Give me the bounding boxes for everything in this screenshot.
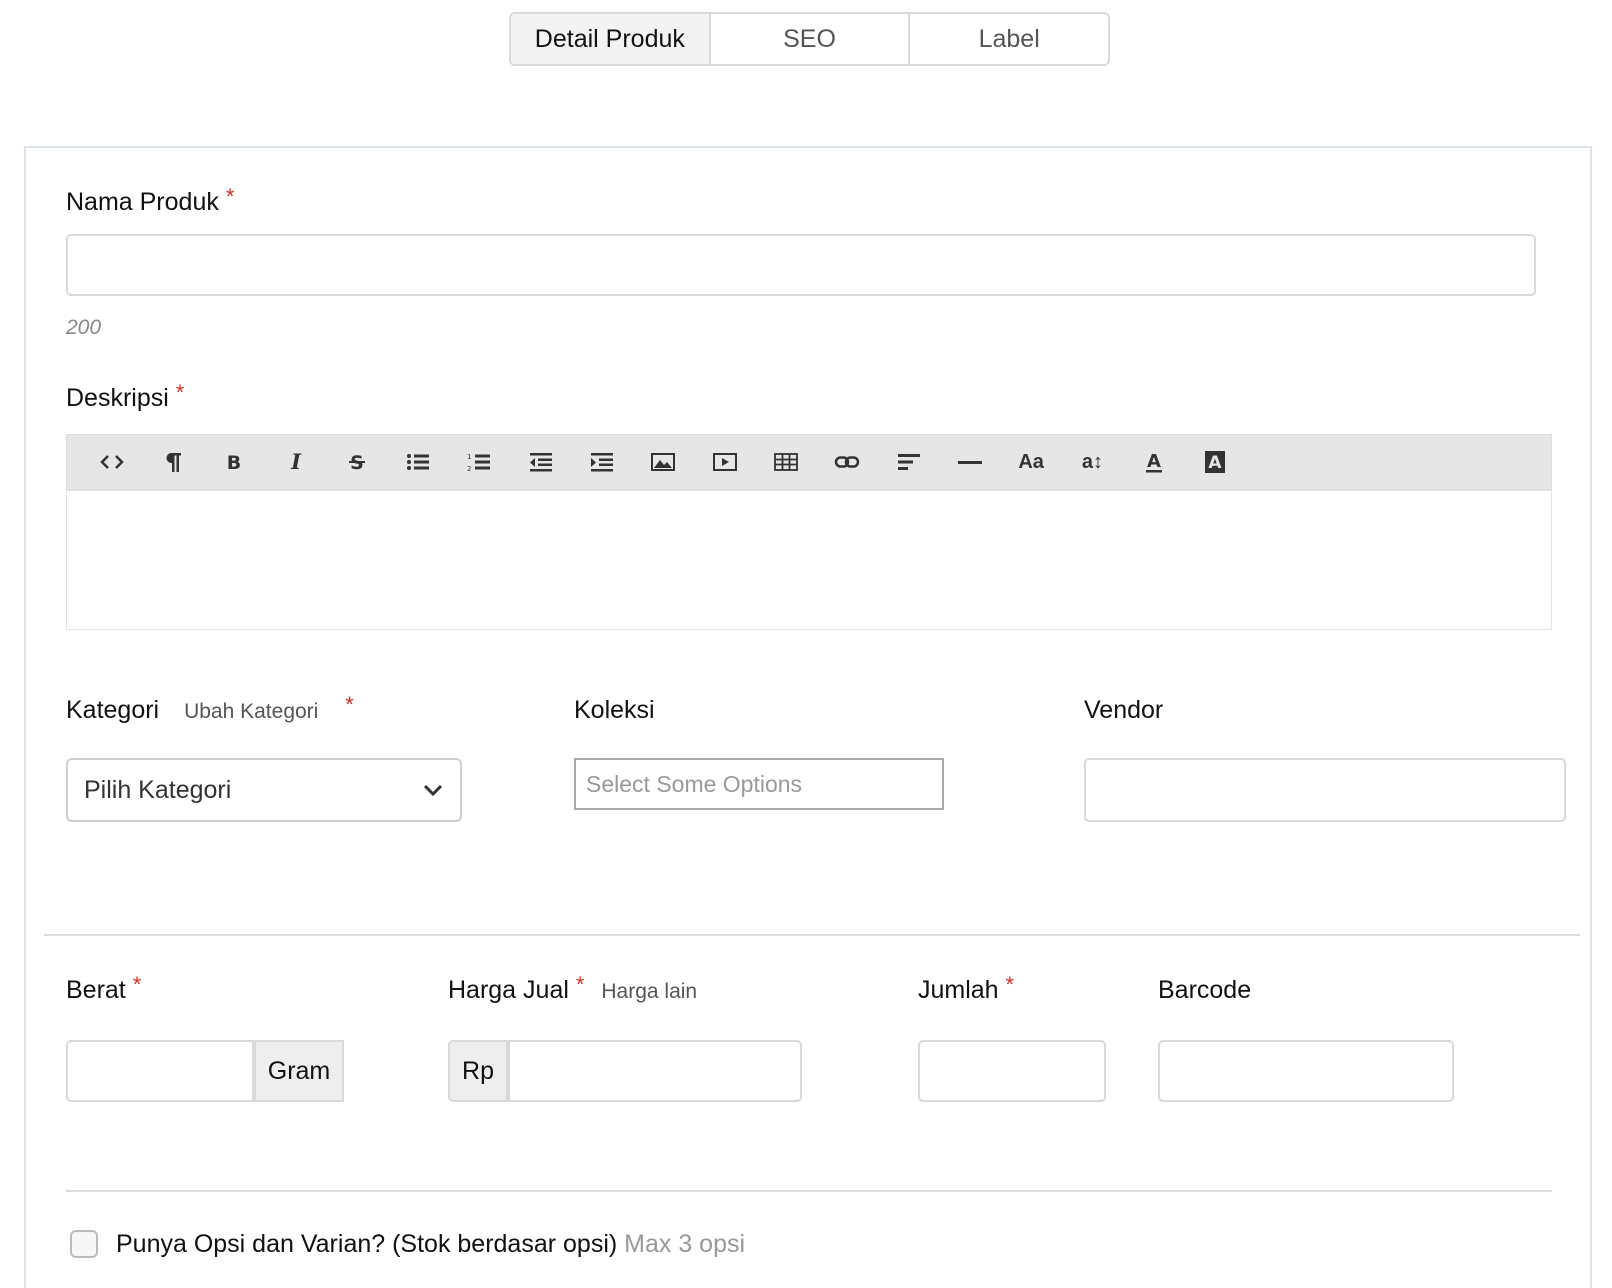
- code-view-icon[interactable]: [81, 434, 142, 490]
- indent-icon[interactable]: [571, 434, 632, 490]
- chevron-down-icon: [423, 784, 443, 797]
- opsi-varian-checkbox[interactable]: [70, 1230, 98, 1258]
- svg-text:1: 1: [467, 453, 471, 461]
- tab-label[interactable]: Label: [910, 14, 1108, 64]
- nama-produk-char-counter: 200: [66, 316, 102, 339]
- svg-text:B: B: [227, 452, 241, 474]
- svg-text:I: I: [290, 449, 302, 474]
- required-mark: *: [132, 972, 142, 997]
- svg-text:2: 2: [467, 465, 471, 473]
- deskripsi-label: Deskripsi *: [66, 380, 185, 412]
- opsi-varian-label: Punya Opsi dan Varian? (Stok berdasar op…: [116, 1230, 746, 1258]
- paragraph-icon[interactable]: [142, 434, 203, 490]
- svg-text:A: A: [1208, 453, 1222, 473]
- required-mark: *: [575, 972, 585, 997]
- kategori-select[interactable]: Pilih Kategori: [66, 758, 462, 822]
- harga-jual-label: Harga Jual * Harga lain: [448, 972, 698, 1004]
- section-divider: [44, 934, 1580, 936]
- horizontal-rule-icon[interactable]: [939, 434, 1000, 490]
- nama-produk-label: Nama Produk *: [66, 184, 235, 216]
- tab-detail-produk[interactable]: Detail Produk: [511, 14, 711, 64]
- font-size-icon[interactable]: a↕: [1062, 434, 1123, 490]
- align-left-icon[interactable]: [878, 434, 939, 490]
- harga-jual-currency-addon: Rp: [448, 1040, 508, 1102]
- text-color-icon[interactable]: A: [1123, 434, 1184, 490]
- deskripsi-editor[interactable]: [66, 490, 1552, 630]
- nama-produk-input[interactable]: [66, 234, 1536, 296]
- berat-input[interactable]: [66, 1040, 254, 1102]
- link-icon[interactable]: [817, 434, 878, 490]
- berat-label: Berat *: [66, 972, 142, 1004]
- barcode-label: Barcode: [1158, 976, 1252, 1004]
- video-icon[interactable]: [694, 434, 755, 490]
- harga-jual-input[interactable]: [508, 1040, 802, 1102]
- tab-bar: Detail Produk SEO Label: [509, 12, 1110, 66]
- jumlah-input[interactable]: [918, 1040, 1106, 1102]
- kategori-label: Kategori Ubah Kategori *: [66, 692, 354, 724]
- editor-toolbar: B I S 12: [66, 434, 1552, 490]
- product-form-card: Nama Produk * 200 Deskripsi * B I S 12: [24, 146, 1592, 1288]
- image-icon[interactable]: [633, 434, 694, 490]
- background-color-icon[interactable]: A: [1184, 434, 1245, 490]
- opsi-max-hint: Max 3 opsi: [624, 1230, 746, 1258]
- vendor-label: Vendor: [1084, 696, 1164, 724]
- strikethrough-icon[interactable]: S: [326, 434, 387, 490]
- vendor-input[interactable]: [1084, 758, 1566, 822]
- italic-icon[interactable]: I: [265, 434, 326, 490]
- table-icon[interactable]: [755, 434, 816, 490]
- svg-text:A: A: [1147, 451, 1161, 472]
- koleksi-label: Koleksi: [574, 696, 655, 724]
- koleksi-multiselect[interactable]: Select Some Options: [574, 758, 944, 810]
- barcode-input[interactable]: [1158, 1040, 1454, 1102]
- outdent-icon[interactable]: [510, 434, 571, 490]
- required-mark: *: [1005, 972, 1015, 997]
- berat-unit-addon: Gram: [254, 1040, 344, 1102]
- ubah-kategori-link[interactable]: Ubah Kategori: [184, 700, 318, 723]
- required-mark: *: [225, 184, 235, 209]
- jumlah-label: Jumlah *: [918, 972, 1015, 1004]
- required-mark: *: [345, 692, 354, 717]
- harga-lain-link[interactable]: Harga lain: [601, 980, 697, 1003]
- font-family-icon[interactable]: Aa: [1000, 434, 1061, 490]
- required-mark: *: [175, 380, 185, 405]
- tab-seo[interactable]: SEO: [710, 14, 911, 64]
- numbered-list-icon[interactable]: 12: [449, 434, 510, 490]
- bulleted-list-icon[interactable]: [387, 434, 448, 490]
- section-divider: [66, 1190, 1552, 1192]
- bold-icon[interactable]: B: [204, 434, 265, 490]
